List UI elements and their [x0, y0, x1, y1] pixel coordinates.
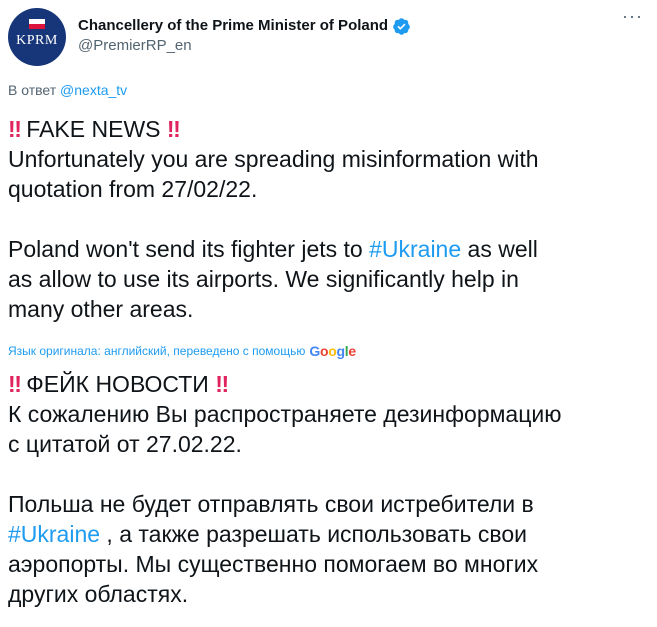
translated-line: с цитатой от 27.02.22. [8, 431, 242, 457]
more-options-icon[interactable]: ··· [622, 6, 643, 27]
hashtag-link[interactable]: #Ukraine [8, 521, 100, 547]
tweet-line: many other areas. [8, 296, 194, 322]
tweet-line: Unfortunately you are spreading misinfor… [8, 146, 539, 172]
author-names: Chancellery of the Prime Minister of Pol… [78, 16, 411, 56]
translated-line: #Ukraine , а также разрешать использоват… [8, 519, 653, 549]
translated-line-text: ФЕЙК НОВОСТИ [19, 371, 216, 397]
tweet-line-text: FAKE NEWS [19, 116, 167, 142]
tweet-line: ‼ FAKE NEWS ‼ [8, 114, 648, 144]
reply-context: В ответ @nexta_tv [8, 82, 127, 98]
tweet-header: KPRM Chancellery of the Prime Minister o… [8, 8, 645, 66]
author-handle[interactable]: @PremierRP_en [78, 36, 411, 56]
translated-line: ‼ ФЕЙК НОВОСТИ ‼ [8, 369, 653, 399]
tweet-line: Poland won't send its fighter jets to #U… [8, 234, 648, 264]
reply-mention-link[interactable]: @nexta_tv [60, 82, 127, 98]
translated-line-text: , а также разрешать использовать свои [100, 521, 528, 547]
double-exclamation-icon: ‼ [8, 116, 22, 142]
tweet-line: as allow to use its airports. We signifi… [8, 266, 519, 292]
author-display-name[interactable]: Chancellery of the Prime Minister of Pol… [78, 16, 388, 36]
tweet-card: KPRM Chancellery of the Prime Minister o… [0, 0, 657, 627]
tweet-line-text: as well [461, 236, 538, 262]
tweet-text: ‼ FAKE NEWS ‼ Unfortunately you are spre… [8, 114, 648, 324]
reply-prefix: В ответ [8, 82, 57, 98]
avatar[interactable]: KPRM [8, 8, 66, 66]
translated-line: К сожалению Вы распространяете дезинформ… [8, 401, 562, 427]
translated-line: Польша не будет отправлять свои истребит… [8, 491, 534, 517]
hashtag-link[interactable]: #Ukraine [369, 236, 461, 262]
google-logo-icon: Google [309, 343, 356, 359]
translation-note-text: Язык оригинала: английский, переведено с… [8, 344, 306, 358]
poland-flag-icon [29, 19, 45, 29]
translated-line: других областях. [8, 581, 189, 607]
double-exclamation-icon: ‼ [215, 371, 229, 397]
tweet-line-text: Poland won't send its fighter jets to [8, 236, 370, 262]
tweet-line: quotation from 27/02/22. [8, 176, 258, 202]
double-exclamation-icon: ‼ [8, 371, 22, 397]
avatar-logo-text: KPRM [16, 33, 58, 48]
translated-line: аэропорты. Мы существенно помогаем во мн… [8, 551, 539, 577]
double-exclamation-icon: ‼ [166, 116, 181, 142]
translated-text: ‼ ФЕЙК НОВОСТИ ‼ К сожалению Вы распрост… [8, 369, 653, 609]
translation-attribution: Язык оригинала: английский, переведено с… [8, 343, 356, 359]
verified-badge-icon [393, 17, 410, 35]
